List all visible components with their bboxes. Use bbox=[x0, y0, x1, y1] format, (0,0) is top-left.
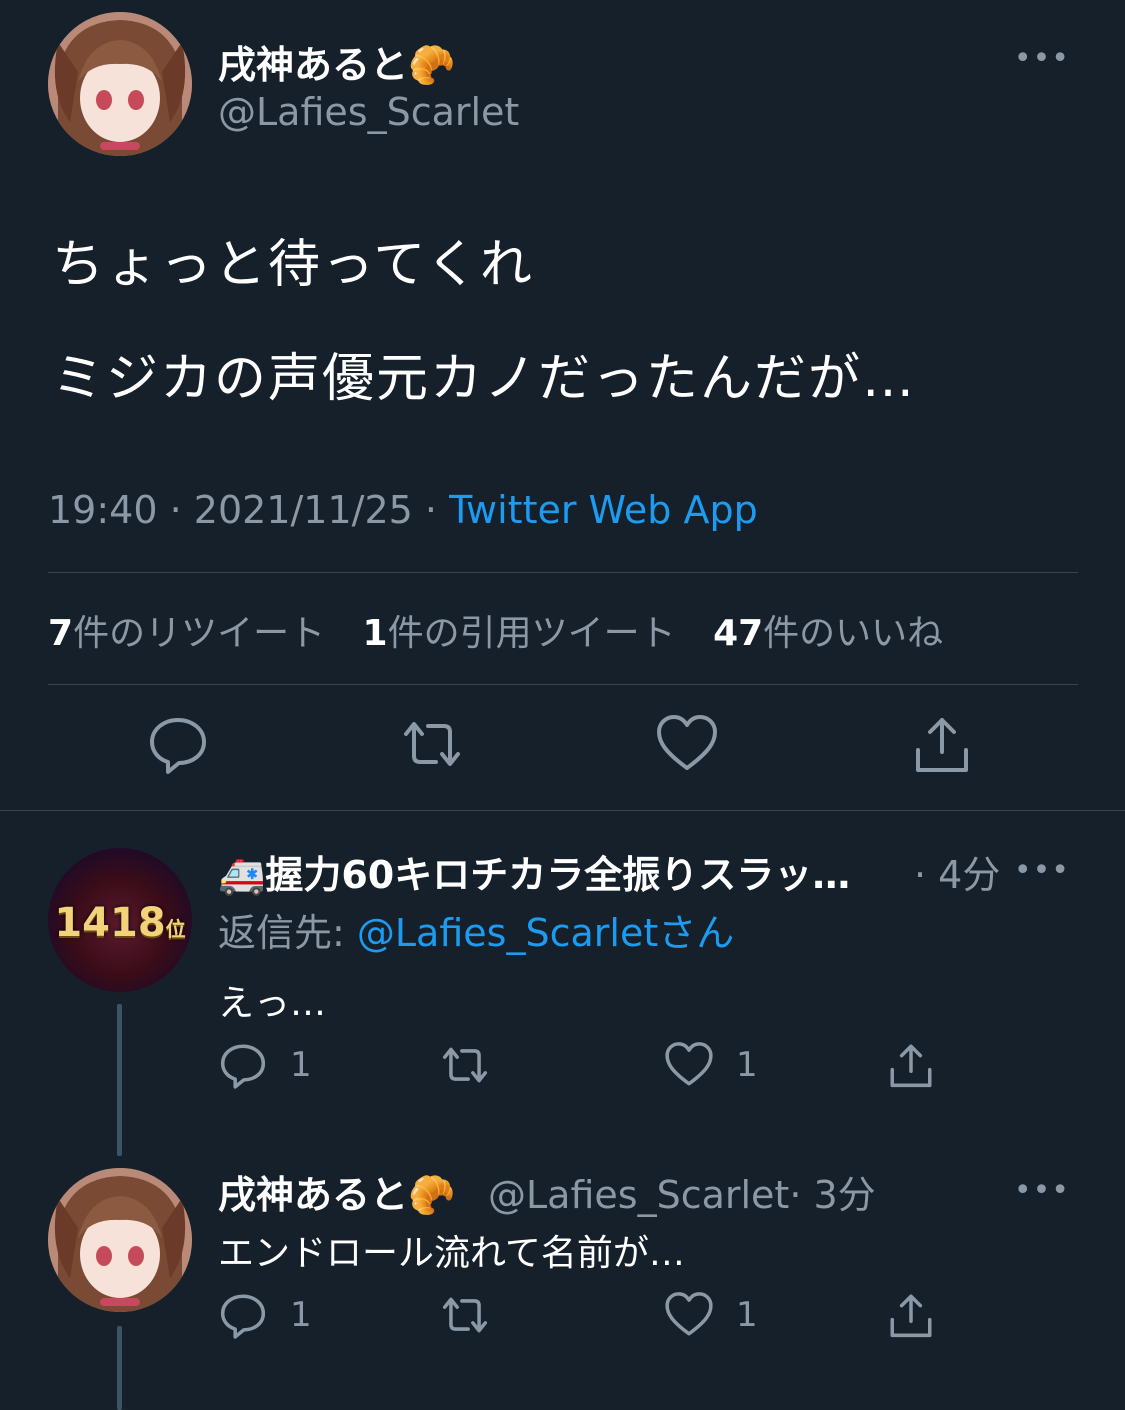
tweet-date[interactable]: 2021/11/25 bbox=[194, 488, 413, 532]
retweets-stat[interactable]: 7件のリツイート bbox=[48, 613, 325, 654]
reply-time[interactable]: · 4分 bbox=[914, 844, 1000, 899]
reply-author-name[interactable]: 戌神あると🥐 bbox=[218, 1164, 455, 1219]
meta-separator: · bbox=[169, 488, 182, 532]
reply-button[interactable] bbox=[146, 712, 210, 776]
more-options-icon[interactable]: ••• bbox=[1014, 44, 1070, 74]
tweet-text-line-1: ちょっと待ってくれ bbox=[52, 235, 534, 295]
like-count: 1 bbox=[736, 1295, 758, 1335]
share-icon bbox=[890, 1044, 932, 1088]
retweet-icon bbox=[442, 1047, 488, 1083]
croissant-emoji-icon: 🥐 bbox=[408, 1173, 456, 1217]
quotes-label: 件の引用ツイート bbox=[387, 613, 676, 654]
reply-count: 1 bbox=[290, 1045, 312, 1085]
reply-count: 1 bbox=[290, 1295, 312, 1335]
heart-icon bbox=[665, 1292, 713, 1336]
tweet-time[interactable]: 19:40 bbox=[48, 488, 158, 532]
reply-handle-time: @Lafies_Scarlet· 3分 bbox=[488, 1164, 876, 1219]
heart-icon bbox=[657, 715, 717, 770]
author-name-text: 戌神あると bbox=[218, 43, 409, 87]
meta-separator: · bbox=[424, 488, 438, 532]
retweet-button[interactable] bbox=[440, 1040, 490, 1090]
likes-label: 件のいいね bbox=[763, 613, 944, 654]
reply-author-handle[interactable]: @Lafies_Scarlet bbox=[488, 1173, 789, 1217]
like-button[interactable] bbox=[655, 712, 719, 776]
tweet-meta: 19:40 · 2021/11/25 · Twitter Web App bbox=[48, 488, 758, 532]
tweet-detail-page: 戌神あると🥐 @Lafies_Scarlet ••• ちょっと待ってくれ ミジカ… bbox=[0, 0, 1125, 1410]
retweet-button[interactable] bbox=[440, 1290, 490, 1340]
reply-author-name[interactable]: 🚑握力60キロチカラ全振りスラッ… bbox=[218, 844, 850, 899]
likes-count: 47 bbox=[713, 613, 764, 654]
share-button[interactable] bbox=[910, 712, 974, 776]
divider bbox=[0, 810, 1125, 811]
rank-badge-number: 1418 bbox=[54, 900, 166, 946]
main-tweet-header: 戌神あると🥐 @Lafies_Scarlet ••• bbox=[48, 12, 1078, 157]
retweet-icon bbox=[404, 722, 460, 766]
avatar-illustration bbox=[48, 12, 192, 156]
tweet-source-link[interactable]: Twitter Web App bbox=[449, 488, 758, 532]
tweet-stats: 7件のリツイート 1件の引用ツイート 47件のいいね bbox=[48, 604, 943, 656]
reply-to-line: 返信先: @Lafies_Scarletさん bbox=[218, 902, 734, 957]
reply-text: エンドロール流れて名前が… bbox=[218, 1233, 685, 1274]
reply-time[interactable]: · 3分 bbox=[789, 1173, 875, 1217]
share-icon bbox=[916, 718, 968, 772]
reply-author-name-text: 戌神あると bbox=[218, 1173, 409, 1217]
rank-badge: 1418位 bbox=[48, 900, 192, 946]
retweet-button[interactable] bbox=[400, 712, 464, 776]
share-icon bbox=[890, 1294, 932, 1338]
retweets-label: 件のリツイート bbox=[73, 613, 326, 654]
reply-icon bbox=[220, 1044, 266, 1089]
author-avatar[interactable] bbox=[48, 12, 192, 156]
reply-author-avatar[interactable] bbox=[48, 1168, 192, 1312]
reply-tweet[interactable]: 戌神あると🥐 @Lafies_Scarlet· 3分 ••• エンドロール流れて… bbox=[0, 1158, 1125, 1410]
reply-button[interactable]: 1 bbox=[218, 1040, 312, 1090]
croissant-emoji-icon: 🥐 bbox=[408, 43, 456, 87]
like-button[interactable]: 1 bbox=[664, 1290, 758, 1340]
thread-connector-line bbox=[117, 1326, 122, 1410]
share-button[interactable] bbox=[886, 1040, 936, 1090]
likes-stat[interactable]: 47件のいいね bbox=[713, 613, 943, 654]
more-options-icon[interactable]: ••• bbox=[1014, 1176, 1070, 1206]
divider bbox=[48, 572, 1078, 573]
heart-icon bbox=[665, 1042, 713, 1086]
reply-icon bbox=[220, 1294, 266, 1339]
ambulance-emoji-icon: 🚑 bbox=[218, 853, 266, 897]
retweets-count: 7 bbox=[48, 613, 74, 654]
tweet-text-line-2: ミジカの声優元カノだったんだが… bbox=[52, 349, 917, 409]
rank-badge-suffix: 位 bbox=[165, 917, 186, 941]
share-button[interactable] bbox=[886, 1290, 936, 1340]
quotes-count: 1 bbox=[362, 613, 388, 654]
retweet-icon bbox=[442, 1297, 488, 1333]
reply-to-label: 返信先: bbox=[218, 911, 357, 955]
reply-icon bbox=[150, 718, 206, 774]
more-options-icon[interactable]: ••• bbox=[1014, 856, 1070, 886]
author-display-name[interactable]: 戌神あると🥐 bbox=[218, 34, 455, 89]
divider bbox=[48, 684, 1078, 685]
reply-tweet[interactable]: 1418位 🚑握力60キロチカラ全振りスラッ… · 4分 ••• 返信先: @L… bbox=[0, 838, 1125, 1158]
reply-text: えっ… bbox=[218, 983, 327, 1024]
avatar-illustration bbox=[48, 1168, 192, 1312]
reply-author-avatar[interactable]: 1418位 bbox=[48, 848, 192, 992]
thread-connector-line bbox=[117, 1004, 122, 1156]
quotes-stat[interactable]: 1件の引用ツイート bbox=[363, 613, 676, 654]
like-button[interactable]: 1 bbox=[664, 1040, 758, 1090]
like-count: 1 bbox=[736, 1045, 758, 1085]
tweet-action-bar bbox=[0, 712, 1125, 786]
reply-to-mention-link[interactable]: @Lafies_Scarletさん bbox=[357, 911, 734, 955]
reply-author-name-text: 握力60キロチカラ全振りスラッ… bbox=[265, 853, 851, 897]
author-handle[interactable]: @Lafies_Scarlet bbox=[218, 90, 519, 134]
reply-button[interactable]: 1 bbox=[218, 1290, 312, 1340]
